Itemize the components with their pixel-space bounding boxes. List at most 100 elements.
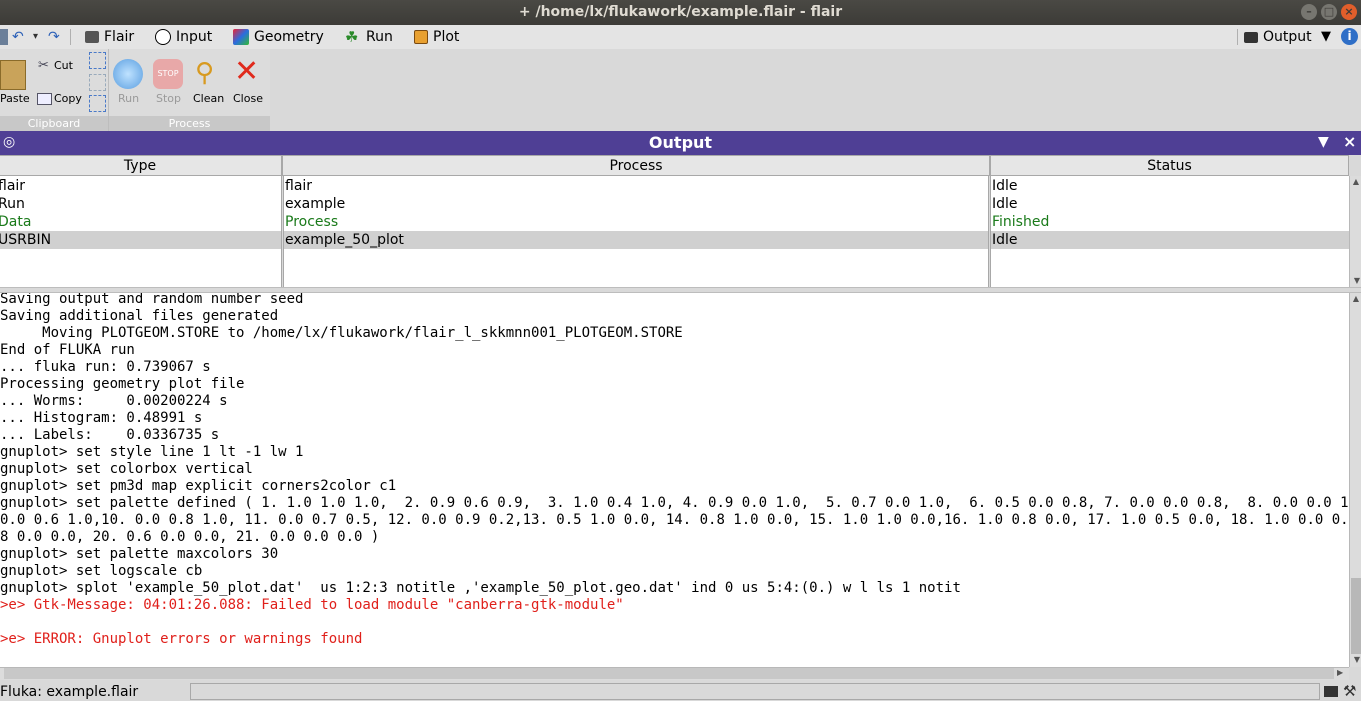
- window-titlebar: + /home/lx/flukawork/example.flair - fla…: [0, 0, 1361, 25]
- output-panel-header: Output: [0, 131, 1361, 155]
- tab-geometry[interactable]: Geometry: [233, 25, 324, 49]
- tab-plot-label: Plot: [433, 29, 460, 45]
- status-text: Fluka: example.flair: [0, 683, 186, 701]
- window-title: + /home/lx/flukawork/example.flair - fla…: [518, 4, 843, 20]
- run-figure-icon: ☘: [345, 28, 359, 46]
- table-row[interactable]: Run example Idle: [0, 195, 1349, 213]
- paste-label: Paste: [0, 92, 30, 105]
- tab-plot[interactable]: Plot: [414, 25, 459, 49]
- table-row[interactable]: flair flair Idle: [0, 177, 1349, 195]
- table-row[interactable]: USRBIN example_50_plot Idle: [0, 231, 1349, 249]
- log-line: 8 0.0 0.0, 20. 0.6 0.0 0.0, 21. 0.0 0.0 …: [0, 529, 380, 545]
- panel-close-icon[interactable]: ×: [1343, 132, 1356, 151]
- scroll-down-icon[interactable]: ▼: [1351, 654, 1361, 666]
- log-line: ... Histogram: 0.48991 s: [0, 410, 203, 426]
- table-cell-process: Process: [285, 214, 339, 230]
- column-header-type[interactable]: Type: [0, 155, 282, 176]
- paste-icon: [0, 60, 26, 90]
- tab-geometry-label: Geometry: [254, 29, 324, 45]
- log-hscrollbar[interactable]: ▶: [0, 667, 1349, 680]
- log-line: gnuplot> splot 'example_50_plot.dat' us …: [0, 580, 961, 596]
- tab-run-label: Run: [366, 29, 393, 45]
- table-cell-type: USRBIN: [0, 232, 52, 248]
- log-line: gnuplot> set pm3d map explicit corners2c…: [0, 478, 397, 494]
- process-label-text: Process: [168, 117, 211, 130]
- log-line: gnuplot> set logscale cb: [0, 563, 203, 579]
- tab-output[interactable]: Output: [1244, 25, 1312, 49]
- redo-icon[interactable]: ↷: [48, 29, 60, 45]
- column-header-process[interactable]: Process: [282, 155, 990, 176]
- close-window-icon[interactable]: ×: [1341, 4, 1357, 20]
- paste-button[interactable]: Paste: [0, 92, 30, 105]
- clean-broom-icon: ⚲: [195, 58, 215, 88]
- status-message-area: [190, 683, 1320, 700]
- minimize-icon[interactable]: –: [1301, 4, 1317, 20]
- tab-run[interactable]: ☘ Run: [345, 25, 393, 49]
- log-line: gnuplot> set style line 1 lt -1 lw 1: [0, 444, 304, 460]
- hscrollbar-thumb[interactable]: [4, 668, 1334, 679]
- log-scrollbar[interactable]: ▲ ▼: [1349, 293, 1361, 667]
- clipboard-group-label: Clipboard: [0, 116, 108, 131]
- log-line: ... Labels: 0.0336735 s: [0, 427, 220, 443]
- plot-icon: [414, 30, 428, 44]
- table-cell-process: flair: [285, 178, 313, 194]
- output-panel-title: Output: [648, 133, 713, 152]
- column-header-status[interactable]: Status: [990, 155, 1349, 176]
- scroll-down-icon[interactable]: ▼: [1351, 275, 1361, 287]
- table-row[interactable]: Data Process Finished: [0, 213, 1349, 231]
- scroll-right-icon[interactable]: ▶: [1337, 668, 1343, 677]
- copy-button[interactable]: Copy: [54, 92, 82, 105]
- table-cell-type: flair: [0, 178, 26, 194]
- tab-output-label: Output: [1263, 29, 1312, 45]
- select-icon[interactable]: [89, 74, 106, 91]
- geometry-icon: [233, 29, 249, 45]
- run-button[interactable]: Run: [118, 92, 139, 105]
- scrollbar-thumb[interactable]: [1351, 578, 1361, 654]
- log-output[interactable]: Saving output and random number seed Sav…: [0, 293, 1349, 667]
- maximize-icon[interactable]: □: [1321, 4, 1337, 20]
- log-line: 0.0 0.6 1.0,10. 0.0 0.8 1.0, 11. 0.0 0.7…: [0, 512, 1349, 528]
- chevron-down-icon[interactable]: ▼: [1321, 29, 1331, 44]
- column-divider[interactable]: [281, 176, 284, 287]
- save-icon[interactable]: [0, 29, 8, 45]
- copy-label: Copy: [54, 92, 82, 105]
- close-label: Close: [233, 92, 263, 105]
- panel-target-icon[interactable]: ◎: [3, 134, 15, 150]
- status-text-label: Fluka: example.flair: [0, 684, 139, 700]
- ribbon-empty-area: [270, 49, 1361, 131]
- table-cell-status: Idle: [992, 232, 1018, 248]
- table-cell-process: example: [285, 196, 346, 212]
- tab-flair-label: Flair: [104, 29, 135, 45]
- panel-menu-chevron-icon[interactable]: ▼: [1318, 134, 1329, 150]
- column-process-label: Process: [609, 158, 663, 174]
- log-error-line: >e> ERROR: Gnuplot errors or warnings fo…: [0, 631, 363, 647]
- cut-label: Cut: [54, 59, 73, 72]
- run-label: Run: [118, 92, 140, 105]
- table-cell-status: Finished: [992, 214, 1050, 230]
- terminal-icon[interactable]: [1324, 686, 1338, 697]
- info-icon[interactable]: i: [1341, 28, 1358, 45]
- column-divider[interactable]: [988, 176, 991, 287]
- unselect-icon[interactable]: [89, 95, 106, 112]
- log-error-line: >e> Gtk-Message: 04:01:26.088: Failed to…: [0, 597, 624, 613]
- close-button[interactable]: Close: [233, 92, 263, 105]
- log-line: gnuplot> set colorbox vertical: [0, 461, 253, 477]
- stop-button[interactable]: Stop: [156, 92, 181, 105]
- scroll-up-icon[interactable]: ▲: [1350, 293, 1361, 305]
- log-text: Saving output and random number seed Sav…: [0, 293, 1349, 648]
- flair-icon: [85, 31, 99, 43]
- input-icon: [155, 29, 171, 45]
- table-scrollbar[interactable]: ▲ ▼: [1349, 176, 1361, 287]
- cut-button[interactable]: Cut: [54, 59, 73, 72]
- tab-input[interactable]: Input: [155, 25, 212, 49]
- cut-icon: ✂: [38, 58, 49, 73]
- table-cell-type: Data: [0, 214, 32, 230]
- select-all-icon[interactable]: [89, 52, 106, 69]
- tab-flair[interactable]: Flair: [85, 25, 134, 49]
- undo-icon[interactable]: ↶: [12, 29, 24, 45]
- scroll-up-icon[interactable]: ▲: [1350, 176, 1361, 188]
- undo-list-icon[interactable]: ▾: [33, 31, 38, 42]
- clean-button[interactable]: Clean: [193, 92, 224, 105]
- tools-icon[interactable]: ⚒: [1343, 682, 1356, 700]
- tab-input-label: Input: [176, 29, 213, 45]
